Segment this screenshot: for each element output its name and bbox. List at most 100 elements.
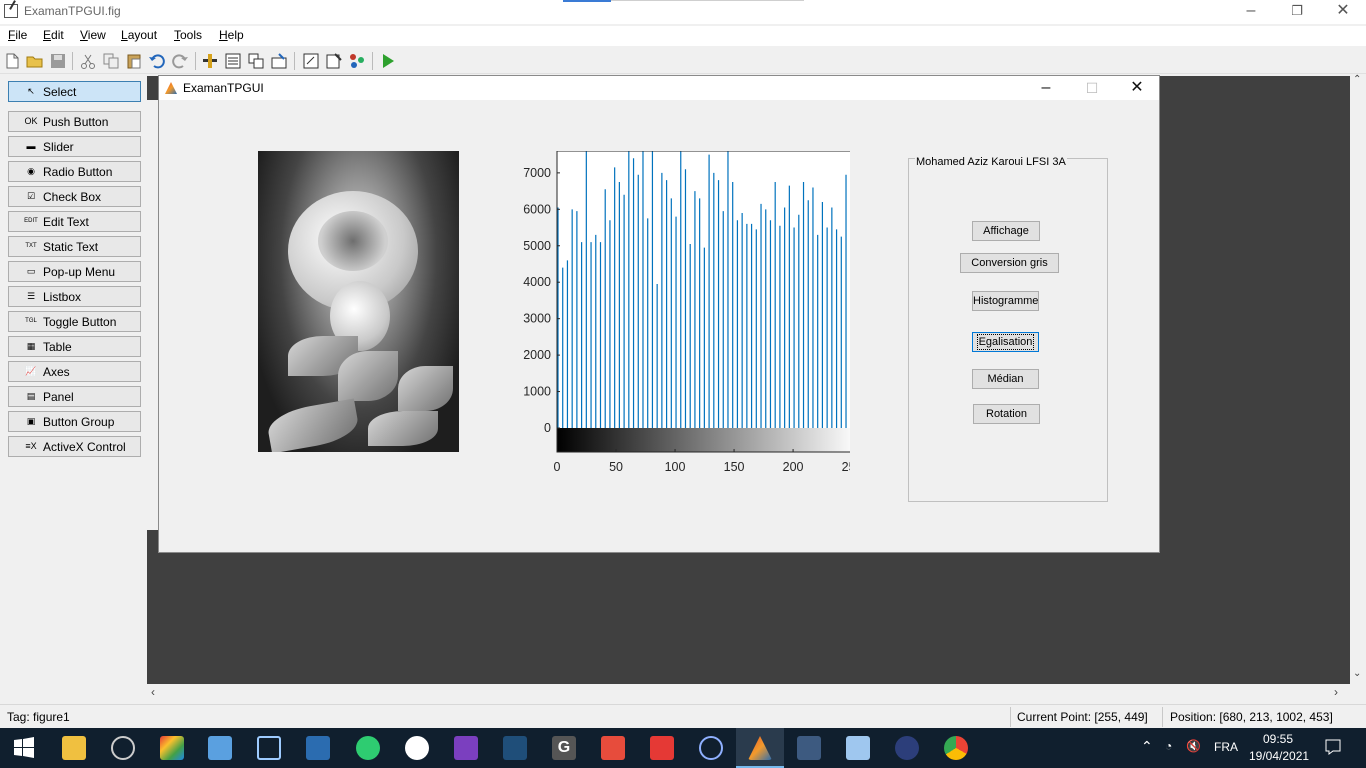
palette-item-label: Static Text [43, 240, 99, 254]
palette-item-pop-up-menu[interactable]: ▭ Pop-up Menu [8, 261, 141, 282]
anydesk-icon[interactable] [601, 736, 625, 760]
menu-bar: File Edit View Layout Tools Help [0, 26, 1366, 46]
obs-icon[interactable] [111, 736, 135, 760]
tray-expand-icon[interactable]: ⌃ [1141, 738, 1153, 755]
minimize-button[interactable]: – [1228, 0, 1274, 24]
palette-item-table[interactable]: ▦ Table [8, 336, 141, 357]
windows-start-icon[interactable] [12, 736, 36, 760]
whatsapp-icon[interactable] [356, 736, 380, 760]
egalisation-button[interactable]: Egalisation [972, 332, 1039, 352]
median-button[interactable]: Médian [972, 369, 1039, 389]
volume-muted-icon[interactable]: 🔇 [1186, 739, 1201, 753]
run-figure-icon[interactable] [379, 52, 397, 70]
palette-item-radio-button[interactable]: ◉ Radio Button [8, 161, 141, 182]
histogram-axes[interactable]: 0 1000 2000 3000 4000 5000 6000 7000 0 50 100 150 20… [520, 151, 850, 481]
paste-icon[interactable] [125, 52, 143, 70]
image-axes[interactable] [258, 151, 459, 452]
palette-item-button-group[interactable]: ▣ Button Group [8, 411, 141, 432]
copy-icon[interactable] [102, 52, 120, 70]
eclipse-icon[interactable] [895, 736, 919, 760]
figure-maximize-button[interactable]: ☐ [1069, 76, 1115, 100]
status-separator [1162, 707, 1163, 727]
palette-item-label: Toggle Button [43, 315, 117, 329]
scroll-up-icon[interactable]: ⌃ [1353, 74, 1361, 85]
x-tick-label: 250 [842, 460, 850, 474]
intellij-icon[interactable] [650, 736, 674, 760]
browser-app-icon[interactable] [405, 736, 429, 760]
visual-studio-icon[interactable] [454, 736, 478, 760]
palette-item-label: ActiveX Control [43, 440, 126, 454]
app-installer-icon[interactable] [208, 736, 232, 760]
close-button[interactable]: ✕ [1320, 0, 1366, 24]
palette-item-label: Radio Button [43, 165, 113, 179]
tab-order-editor-icon[interactable] [247, 52, 265, 70]
undo-icon[interactable] [148, 52, 166, 70]
figure-close-button[interactable]: ✕ [1114, 76, 1160, 100]
new-file-icon[interactable] [3, 52, 21, 70]
palette-item-push-button[interactable]: OK Push Button [8, 111, 141, 132]
toolbar-editor-icon[interactable] [270, 52, 288, 70]
palette-item-static-text[interactable]: TXT Static Text [8, 236, 141, 257]
palette-item-edit-text[interactable]: EDIT Edit Text [8, 211, 141, 232]
affichage-button[interactable]: Affichage [972, 221, 1040, 241]
palette-item-toggle-button[interactable]: TGL Toggle Button [8, 311, 141, 332]
figure-minimize-button[interactable]: – [1023, 76, 1069, 100]
restore-button[interactable]: ❐ [1274, 0, 1320, 24]
histogramme-button[interactable]: Histogramme [972, 291, 1039, 311]
scroll-down-icon[interactable]: ⌄ [1353, 668, 1361, 679]
chrome-icon[interactable] [944, 736, 968, 760]
y-tick-label: 0 [544, 421, 551, 435]
menu-layout[interactable]: Layout [121, 28, 157, 42]
figure-title: ExamanTPGUI [183, 81, 264, 95]
menu-edit[interactable]: Edit [43, 28, 64, 42]
menu-editor-icon[interactable] [224, 52, 242, 70]
conversion-gris-button[interactable]: Conversion gris [960, 253, 1059, 273]
menu-view[interactable]: View [80, 28, 106, 42]
vertical-scrollbar[interactable]: ⌃ ⌄ [1350, 74, 1366, 684]
palette-item-panel[interactable]: ▤ Panel [8, 386, 141, 407]
property-inspector-icon[interactable] [325, 52, 343, 70]
palette-item-select[interactable]: ↖ Select [8, 81, 141, 102]
mysql-workbench-icon[interactable] [503, 736, 527, 760]
sql-developer-icon[interactable] [797, 736, 821, 760]
remote-app-icon[interactable] [306, 736, 330, 760]
menu-tools[interactable]: Tools [174, 28, 202, 42]
palette-item-slider[interactable]: ▬ Slider [8, 136, 141, 157]
x-tick-label: 100 [665, 460, 686, 474]
virtualbox-icon[interactable] [257, 736, 281, 760]
palette-item-label: Listbox [43, 290, 82, 304]
clock-time[interactable]: 09:55 [1263, 732, 1293, 746]
horizontal-scrollbar[interactable]: ‹ › [147, 684, 1350, 700]
scroll-right-icon[interactable]: › [1334, 685, 1338, 699]
save-icon[interactable] [49, 52, 67, 70]
editor-icon[interactable] [302, 52, 320, 70]
color-app-icon[interactable] [160, 736, 184, 760]
status-separator [1010, 707, 1011, 727]
y-tick-label: 3000 [523, 312, 551, 326]
palette-item-check-box[interactable]: ☑ Check Box [8, 186, 141, 207]
palette-item-axes[interactable]: 📈 Axes [8, 361, 141, 382]
scroll-left-icon[interactable]: ‹ [151, 685, 155, 699]
palette-item-listbox[interactable]: ☰ Listbox [8, 286, 141, 307]
align-objects-icon[interactable] [201, 52, 219, 70]
clock-date[interactable]: 19/04/2021 [1249, 749, 1309, 763]
rotation-button[interactable]: Rotation [973, 404, 1040, 424]
palette-item-activex-control[interactable]: ≡X ActiveX Control [8, 436, 141, 457]
object-browser-icon[interactable] [348, 52, 366, 70]
cut-icon[interactable] [79, 52, 97, 70]
toolbar-separator [294, 52, 295, 70]
redo-icon[interactable] [171, 52, 189, 70]
guide-app-icon [4, 4, 18, 18]
notification-center-icon[interactable] [1324, 738, 1342, 756]
menu-file[interactable]: File [8, 28, 27, 42]
network-icon[interactable]: ◔ [1165, 739, 1172, 753]
language-indicator[interactable]: FRA [1214, 740, 1238, 754]
menu-help[interactable]: Help [219, 28, 244, 42]
g-app-icon[interactable]: G [552, 736, 576, 760]
palette-item-label: Button Group [43, 415, 115, 429]
figure-window[interactable]: ExamanTPGUI – ☐ ✕ 0 1000 2000 3000 4000 5000 6… [158, 75, 1160, 553]
atom-icon[interactable] [699, 736, 723, 760]
3d-box-icon[interactable] [846, 736, 870, 760]
open-folder-icon[interactable] [26, 52, 44, 70]
file-explorer-icon[interactable] [62, 736, 86, 760]
